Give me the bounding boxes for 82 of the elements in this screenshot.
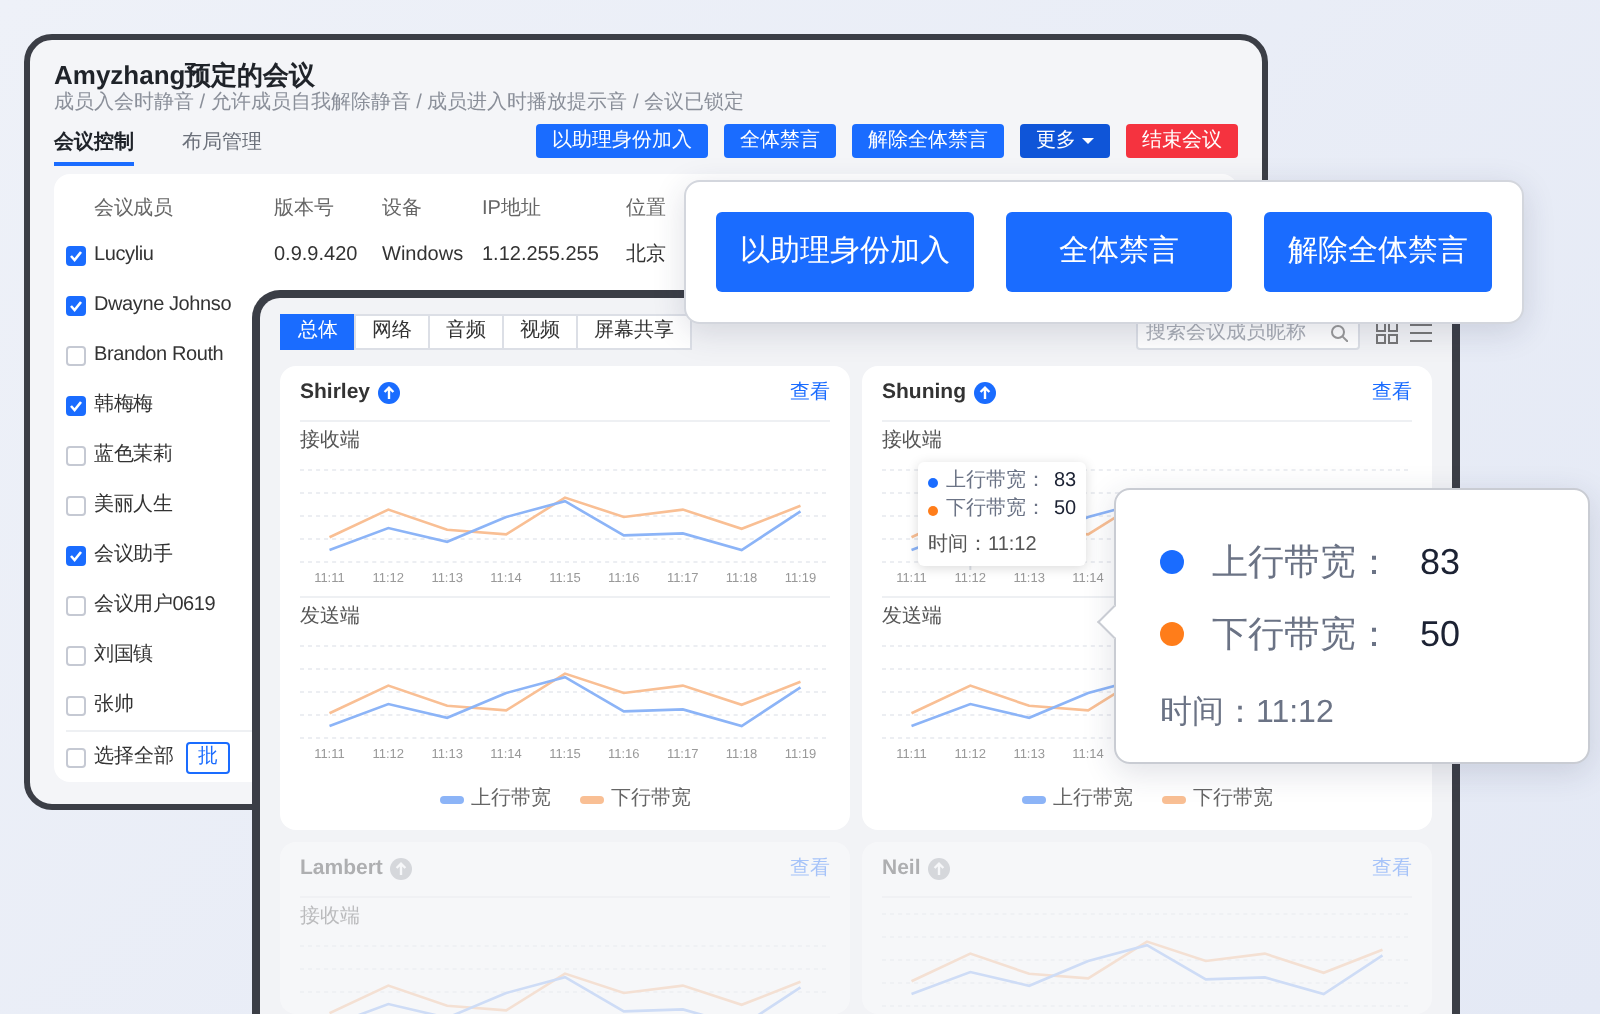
tab[interactable]: 屏幕共享 xyxy=(576,314,692,350)
checkbox[interactable] xyxy=(66,747,86,767)
table-cell-text: 1.12.255.255 xyxy=(482,242,601,270)
tooltip-label: 上行带宽： xyxy=(946,468,1046,496)
select-all-label: 选择全部 xyxy=(94,743,174,772)
chart-label: 发送端 xyxy=(882,606,944,630)
tooltip-value: 83 xyxy=(1054,468,1077,496)
column-header: 设备 xyxy=(382,195,424,223)
action-button[interactable]: 以助理身份加入 xyxy=(536,124,708,158)
member-name: Shuning xyxy=(882,377,966,408)
tooltip-label: 下行带宽： xyxy=(946,496,1046,524)
meeting-title: Amyzhang预定的会议 xyxy=(54,60,318,91)
table-cell-text: 会议助手 xyxy=(94,541,175,570)
tooltip-time: 时间：11:12 xyxy=(928,532,1039,560)
view-link[interactable]: 查看 xyxy=(1372,378,1412,408)
grid-view-icon[interactable] xyxy=(1376,321,1398,343)
legend-label: 下行带宽 xyxy=(1193,785,1273,814)
tooltip-value: 50 xyxy=(1054,496,1077,524)
tab[interactable]: 网络 xyxy=(354,314,430,350)
batch-button[interactable]: 批 xyxy=(186,741,230,773)
up-arrow-circle-icon xyxy=(928,858,951,880)
chart-label: 接收端 xyxy=(300,906,362,930)
column-header: 会议成员 xyxy=(94,195,175,223)
tooltip-value: 83 xyxy=(1420,539,1461,585)
tooltip-label: 下行带宽： xyxy=(1212,611,1392,657)
column-header: 位置 xyxy=(626,195,668,223)
checkbox[interactable] xyxy=(66,445,86,465)
end-meeting-button[interactable]: 结束会议 xyxy=(1126,124,1238,158)
action-button[interactable]: 全体禁言 xyxy=(724,124,836,158)
checkbox[interactable] xyxy=(66,545,86,565)
tab[interactable]: 会议控制 xyxy=(54,124,134,166)
tab[interactable]: 总体 xyxy=(280,314,356,350)
table-cell-text: 会议用户0619 xyxy=(94,591,218,620)
chart-label: 发送端 xyxy=(300,606,362,630)
checkbox[interactable] xyxy=(66,495,86,515)
table-cell-text: Lucyliu xyxy=(94,242,156,270)
checkbox[interactable] xyxy=(66,595,86,615)
tab[interactable]: 布局管理 xyxy=(182,124,262,166)
search-icon[interactable] xyxy=(1330,323,1348,341)
member-name: Neil xyxy=(882,853,921,884)
tab[interactable]: 音频 xyxy=(428,314,504,350)
action-button[interactable]: 以助理身份加入 xyxy=(716,212,974,292)
checkbox[interactable] xyxy=(66,295,86,315)
legend-label: 下行带宽 xyxy=(611,785,691,814)
caret-icon xyxy=(1082,136,1094,146)
up-arrow-circle-icon xyxy=(974,382,996,404)
table-cell-text: 美丽人生 xyxy=(94,491,175,520)
column-header: 版本号 xyxy=(274,195,336,223)
chart-label: 接收端 xyxy=(300,430,362,454)
checkbox[interactable] xyxy=(66,345,86,365)
action-button[interactable]: 解除全体禁言 xyxy=(852,124,1004,158)
member-name: Shirley xyxy=(300,377,371,408)
action-button[interactable]: 全体禁言 xyxy=(1006,212,1232,292)
table-cell-text: Brandon Routh xyxy=(94,342,226,370)
tooltip-time: 时间：11:12 xyxy=(1160,693,1336,734)
up-arrow-circle-icon xyxy=(390,858,413,880)
table-cell-text: 张帅 xyxy=(94,691,136,720)
table-cell-text: Windows xyxy=(382,242,466,270)
table-cell-text: 刘国镇 xyxy=(94,641,155,670)
list-view-icon[interactable] xyxy=(1410,321,1432,343)
tab[interactable]: 视频 xyxy=(502,314,578,350)
checkbox[interactable] xyxy=(66,395,86,415)
member-name: Lambert xyxy=(300,853,383,884)
up-arrow-circle-icon xyxy=(378,382,401,404)
view-link[interactable]: 查看 xyxy=(790,378,830,408)
legend-label: 上行带宽 xyxy=(471,785,551,814)
meeting-settings-summary: 成员入会时静音 / 允许成员自我解除静音 / 成员进入时播放提示音 / 会议已锁定 xyxy=(54,92,747,116)
column-header: IP地址 xyxy=(482,195,543,223)
tooltip-label: 上行带宽： xyxy=(1212,539,1392,585)
table-cell-text: 蓝色茉莉 xyxy=(94,441,175,470)
table-cell-text: 韩梅梅 xyxy=(94,391,155,420)
checkbox[interactable] xyxy=(66,245,86,265)
table-cell-text: Dwayne Johnso xyxy=(94,292,234,320)
action-button[interactable]: 解除全体禁言 xyxy=(1264,212,1492,292)
legend-label: 上行带宽 xyxy=(1053,785,1133,814)
checkbox[interactable] xyxy=(66,695,86,715)
tooltip-value: 50 xyxy=(1420,611,1461,657)
checkbox[interactable] xyxy=(66,645,86,665)
more-button[interactable]: 更多 xyxy=(1020,124,1110,158)
chart-label: 接收端 xyxy=(882,430,944,454)
table-cell-text: 0.9.9.420 xyxy=(274,242,360,270)
table-cell-text: 北京 xyxy=(626,241,668,270)
